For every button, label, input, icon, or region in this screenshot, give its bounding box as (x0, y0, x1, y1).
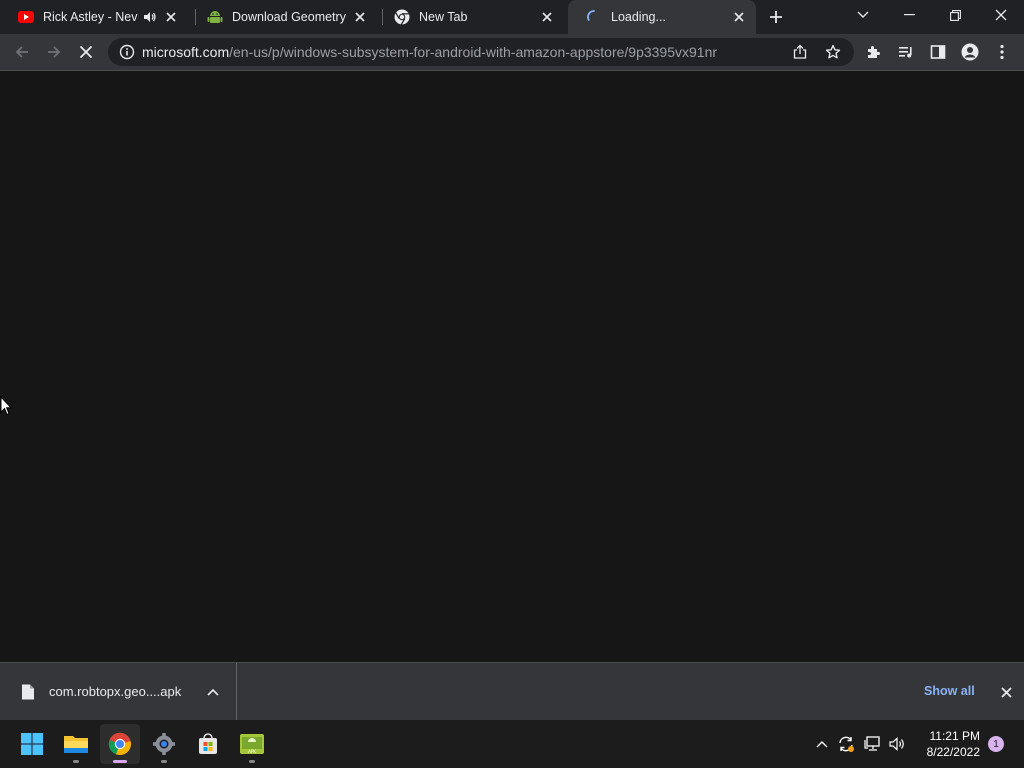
back-arrow-icon (15, 46, 28, 58)
tab-title: Download Geometry D (232, 10, 347, 24)
volume-icon[interactable] (888, 734, 908, 754)
close-tab-icon[interactable] (730, 8, 748, 26)
url-path: /en-us/p/windows-subsystem-for-android-w… (229, 44, 718, 60)
forward-button[interactable] (40, 38, 68, 66)
browser-toolbar: microsoft.com/en-us/p/windows-subsystem-… (0, 34, 1024, 71)
url-text[interactable]: microsoft.com/en-us/p/windows-subsystem-… (142, 44, 717, 60)
profile-icon (961, 43, 979, 61)
new-tab-button[interactable] (764, 5, 788, 29)
start-icon (21, 733, 43, 755)
side-panel-icon (930, 45, 946, 59)
share-icon[interactable] (792, 44, 808, 65)
chrome-menu-button[interactable] (988, 38, 1016, 66)
stop-loading-button[interactable] (72, 38, 100, 66)
running-indicator (249, 760, 255, 763)
close-tab-icon[interactable] (351, 8, 369, 26)
chrome-icon (108, 732, 131, 756)
apk-installer-icon: APK (240, 734, 264, 754)
settings-taskbar-button[interactable] (144, 724, 184, 764)
tab-youtube[interactable]: Rick Astley - Never (0, 0, 188, 34)
file-explorer-icon (64, 736, 88, 753)
download-shelf: com.robtopx.geo....apk Show all (0, 662, 1024, 720)
address-bar[interactable]: microsoft.com/en-us/p/windows-subsystem-… (108, 38, 854, 66)
file-explorer-button[interactable] (56, 724, 96, 764)
svg-text:APK: APK (248, 749, 256, 754)
profile-button[interactable] (956, 38, 984, 66)
loading-spinner-icon (586, 9, 602, 25)
clock-date: 8/22/2022 (926, 745, 980, 759)
chevron-up-icon[interactable] (204, 683, 222, 701)
tab-title: Loading... (611, 10, 666, 24)
tab-title: Rick Astley - Never (43, 10, 138, 24)
close-window-button[interactable] (978, 0, 1024, 30)
settings-icon (153, 733, 175, 755)
mouse-cursor-icon (0, 395, 13, 421)
show-all-downloads-link[interactable]: Show all (924, 684, 975, 698)
close-icon (1000, 686, 1012, 698)
network-icon[interactable] (863, 734, 883, 754)
minimize-button[interactable] (886, 0, 932, 30)
download-item[interactable]: com.robtopx.geo....apk (0, 663, 237, 720)
close-tab-icon[interactable] (538, 8, 556, 26)
chevron-down-icon (857, 11, 869, 18)
running-indicator (113, 760, 127, 763)
page-content[interactable] (0, 71, 1024, 662)
youtube-icon (18, 9, 34, 25)
close-icon (79, 45, 93, 59)
media-queue-icon (899, 47, 912, 58)
chrome-taskbar-button[interactable] (100, 724, 140, 764)
more-vertical-icon (1000, 44, 1004, 60)
sync-status-icon[interactable] (836, 734, 856, 754)
show-hidden-icons-button[interactable] (812, 734, 832, 754)
android-icon (207, 9, 223, 25)
speaker-icon[interactable] (142, 9, 158, 25)
taskbar-clock[interactable]: 11:21 PM 8/22/2022 (916, 728, 980, 760)
puzzle-icon (868, 46, 880, 58)
file-icon (21, 684, 35, 700)
side-panel-button[interactable] (924, 38, 952, 66)
extensions-button[interactable] (860, 38, 888, 66)
site-info-icon[interactable] (119, 44, 135, 65)
tab-search-button[interactable] (840, 0, 886, 30)
tab-title: New Tab (419, 10, 468, 24)
running-indicator (73, 760, 79, 763)
media-controls-button[interactable] (892, 38, 920, 66)
close-tab-icon[interactable] (162, 8, 180, 26)
microsoft-store-button[interactable] (188, 724, 228, 764)
running-indicator (161, 760, 167, 763)
start-button[interactable] (12, 724, 52, 764)
forward-arrow-icon (48, 46, 61, 58)
restore-button[interactable] (932, 0, 978, 30)
close-shelf-button[interactable] (996, 682, 1016, 702)
tab-geometry-download[interactable]: Download Geometry D (189, 0, 377, 34)
back-button[interactable] (8, 38, 36, 66)
clock-time: 11:21 PM (929, 729, 980, 743)
tab-loading[interactable]: Loading... (568, 0, 756, 34)
microsoft-store-icon (199, 733, 217, 754)
notification-badge[interactable]: 1 (988, 736, 1004, 752)
tab-strip: Rick Astley - Never Download Geometry D … (0, 0, 1024, 34)
windows-taskbar: APK 11:21 PM 8/22/2022 1 (0, 720, 1024, 768)
bookmark-star-icon[interactable] (825, 44, 841, 65)
tab-new-tab[interactable]: New Tab (376, 0, 564, 34)
url-domain: microsoft.com (142, 44, 230, 60)
chrome-icon (394, 9, 410, 25)
download-filename: com.robtopx.geo....apk (49, 684, 182, 699)
chevron-up-icon (816, 741, 828, 748)
apk-installer-button[interactable]: APK (232, 724, 272, 764)
